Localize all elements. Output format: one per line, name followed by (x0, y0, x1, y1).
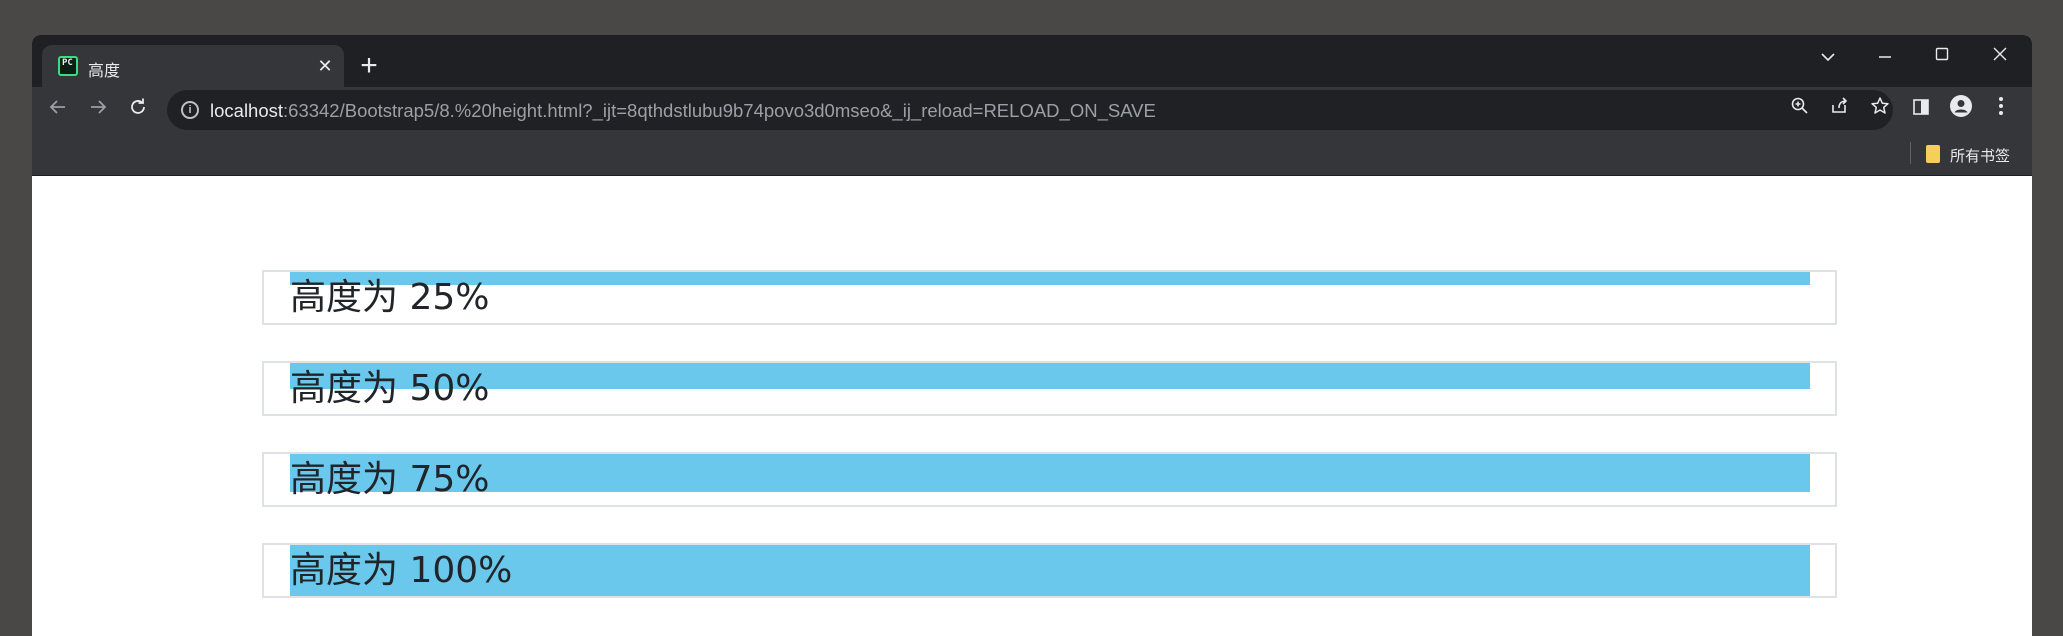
bookmark-star-icon[interactable] (1866, 96, 1894, 124)
height-fill-bar (290, 545, 1810, 596)
tab-active[interactable]: PC 高度 ✕ (42, 45, 344, 87)
all-bookmarks-label[interactable]: 所有书签 (1950, 145, 2010, 166)
address-bar[interactable]: i localhost:63342/Bootstrap5/8.%20height… (167, 90, 1893, 130)
side-panel-icon[interactable] (1905, 94, 1937, 126)
height-label: 高度为 75% (290, 459, 490, 500)
pycharm-favicon-icon: PC (58, 56, 78, 76)
zoom-icon[interactable] (1786, 96, 1814, 124)
back-icon[interactable] (42, 94, 74, 126)
height-fill-bar (290, 272, 1810, 285)
forward-icon[interactable] (82, 94, 114, 126)
height-label: 高度为 25% (290, 277, 490, 318)
profile-avatar-icon[interactable] (1945, 94, 1977, 126)
height-fill-bar (290, 454, 1810, 493)
favicon-text: PC (62, 58, 73, 68)
height-demo-box: 高度为 25% (262, 270, 1837, 325)
menu-kebab-icon[interactable] (1985, 94, 2017, 126)
reload-icon[interactable] (122, 94, 154, 126)
close-icon[interactable]: ✕ (314, 55, 336, 77)
close-window-icon[interactable] (1980, 41, 2020, 71)
url-text[interactable]: localhost:63342/Bootstrap5/8.%20height.h… (210, 100, 1156, 122)
browser-window: PC 高度 ✕ + i localhost:63342/Bootstrap5/8… (32, 35, 2032, 636)
maximize-icon[interactable] (1922, 41, 1962, 71)
url-path: :63342/Bootstrap5/8.%20height.html?_ijt=… (283, 100, 1156, 121)
site-info-icon[interactable]: i (181, 101, 199, 119)
height-fill-bar (290, 363, 1810, 389)
minimize-icon[interactable] (1865, 41, 1905, 71)
tab-title: 高度 (88, 61, 121, 80)
url-host: localhost (210, 100, 284, 121)
height-demo-box: 高度为 75% (262, 452, 1837, 507)
share-icon[interactable] (1826, 96, 1854, 124)
page-content: 高度为 25% 高度为 50% 高度为 75% 高度为 100% (32, 177, 2032, 636)
bookmarks-bar: 所有书签 (32, 132, 2032, 176)
bookmark-folder-icon[interactable] (1926, 145, 1940, 163)
tab-search-chevron-down-icon[interactable] (1808, 41, 1848, 71)
height-demo-box: 高度为 50% (262, 361, 1837, 416)
bookmarks-divider (1910, 142, 1911, 164)
height-label: 高度为 50% (290, 368, 490, 409)
toolbar: i localhost:63342/Bootstrap5/8.%20height… (32, 87, 2032, 132)
new-tab-button[interactable]: + (354, 51, 384, 82)
height-demo-box: 高度为 100% (262, 543, 1837, 598)
tab-strip: PC 高度 ✕ + (32, 35, 2032, 87)
height-label: 高度为 100% (290, 550, 513, 591)
